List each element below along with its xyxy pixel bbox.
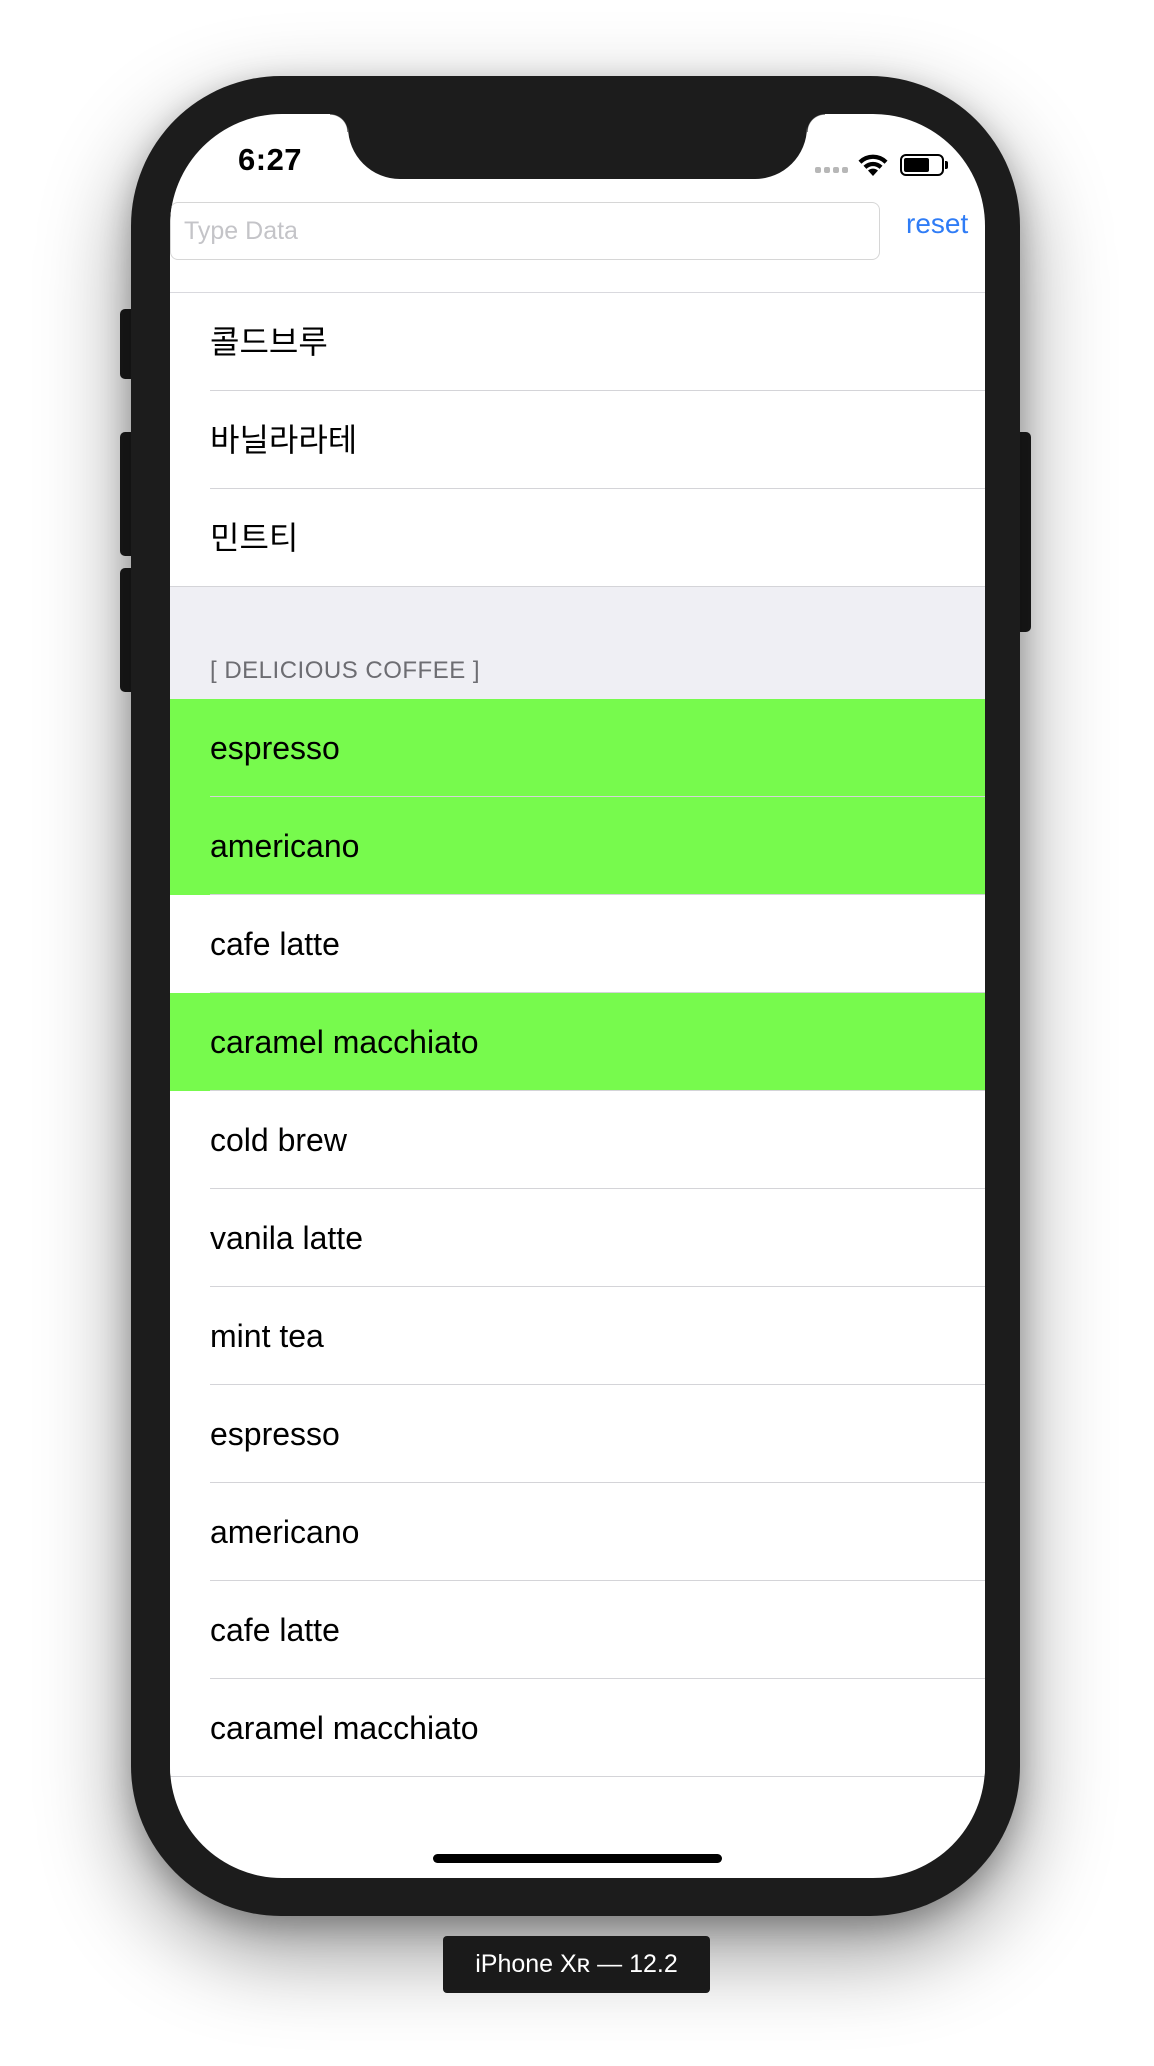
search-input[interactable] — [170, 202, 880, 260]
table-section-1: 콜드브루바닐라라테민트티 — [170, 293, 985, 587]
home-indicator[interactable] — [433, 1854, 722, 1863]
table-row-label: 바닐라라테 — [210, 422, 358, 458]
table-row-label: cold brew — [210, 1122, 347, 1158]
table-row-label: espresso — [210, 1416, 340, 1452]
table-row[interactable]: espresso — [170, 699, 985, 797]
table-row-label: caramel macchiato — [210, 1710, 479, 1746]
device-screen: 6:27 reset 콜드브루바닐라라테민트티 [ DELICIOUS COFF… — [170, 114, 985, 1878]
table-row-label: cafe latte — [210, 926, 340, 962]
table-row-label: mint tea — [210, 1318, 324, 1354]
simulator-device-label: iPhone Xʀ — 12.2 — [443, 1936, 710, 1993]
reset-button[interactable]: reset — [906, 208, 968, 240]
battery-icon — [900, 154, 948, 176]
table-row[interactable]: 콜드브루 — [170, 293, 985, 391]
table-row-label: americano — [210, 828, 360, 864]
table-row[interactable]: caramel macchiato — [170, 993, 985, 1091]
row-separator — [170, 1776, 985, 1777]
table-row-label: vanila latte — [210, 1220, 363, 1256]
table-row-label: caramel macchiato — [210, 1024, 479, 1060]
table-row[interactable]: americano — [170, 1483, 985, 1581]
table-row[interactable]: vanila latte — [170, 1189, 985, 1287]
table-row-label: 콜드브루 — [210, 324, 328, 360]
table-row-label: cafe latte — [210, 1612, 340, 1648]
wifi-icon — [858, 154, 888, 176]
table-section-2: espresso americano cafe latte caramel macch… — [170, 699, 985, 1777]
table-row-label: espresso — [210, 730, 340, 766]
table-view[interactable]: 콜드브루바닐라라테민트티 [ DELICIOUS COFFEE ] espres… — [170, 292, 985, 1777]
table-row[interactable]: 민트티 — [170, 489, 985, 587]
section-header-label: [ DELICIOUS COFFEE ] — [210, 657, 481, 684]
table-row[interactable]: cafe latte — [170, 1581, 985, 1679]
notch — [330, 114, 825, 179]
table-row[interactable]: cold brew — [170, 1091, 985, 1189]
status-time: 6:27 — [238, 142, 303, 177]
table-row[interactable]: americano — [170, 797, 985, 895]
table-row-label: 민트티 — [210, 520, 299, 556]
table-row[interactable]: mint tea — [170, 1287, 985, 1385]
cellular-signal-icon — [815, 167, 848, 173]
table-row[interactable]: espresso — [170, 1385, 985, 1483]
table-row-label: americano — [210, 1514, 360, 1550]
table-row[interactable]: 바닐라라테 — [170, 391, 985, 489]
table-row[interactable]: cafe latte — [170, 895, 985, 993]
table-row[interactable]: caramel macchiato — [170, 1679, 985, 1777]
section-header: [ DELICIOUS COFFEE ] — [170, 587, 985, 699]
